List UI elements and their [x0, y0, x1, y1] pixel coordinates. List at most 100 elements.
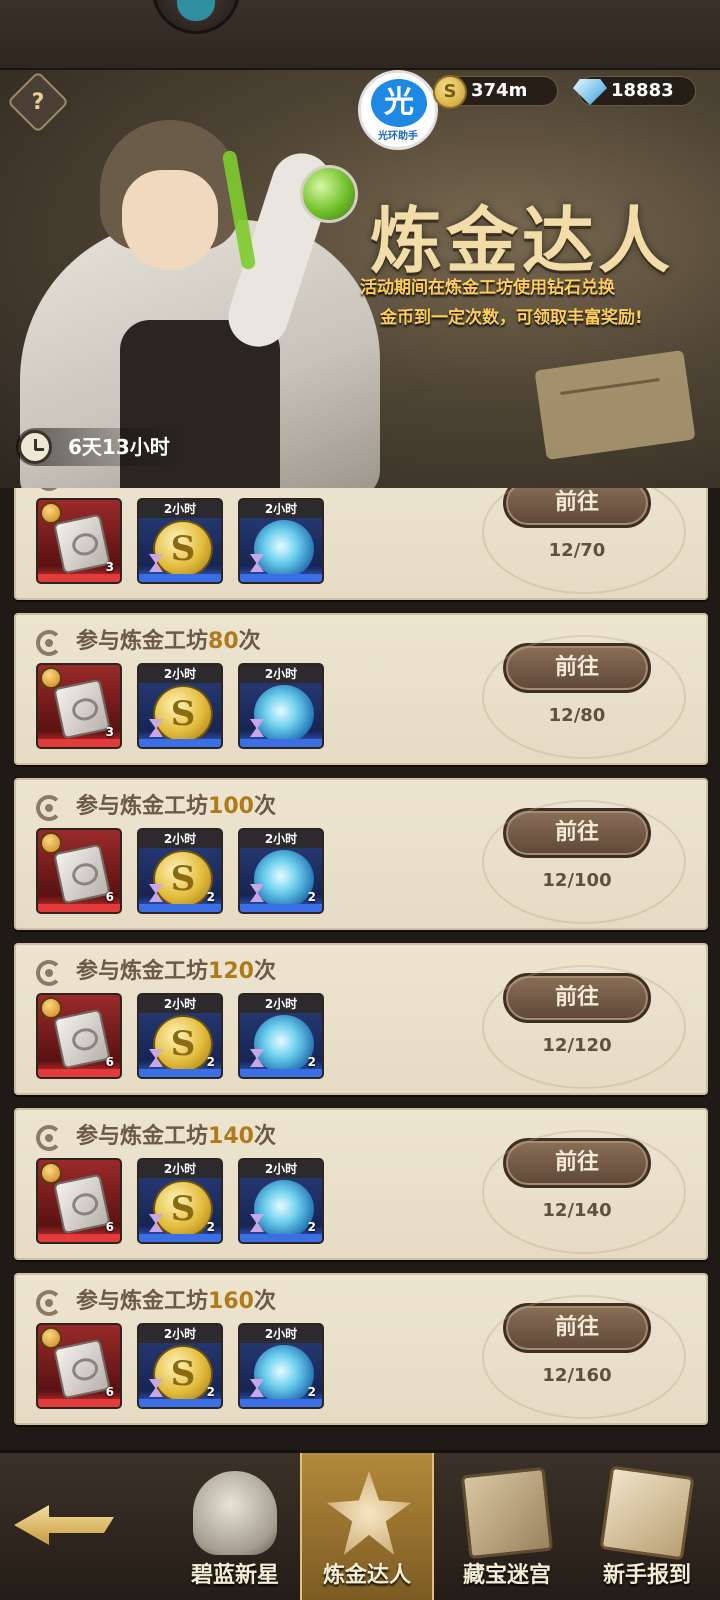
task-count: 160	[208, 1289, 254, 1314]
nav-tab-label: 藏宝迷宫	[462, 1563, 551, 1588]
bottom-navigation: 碧蓝新星 炼金达人 藏宝迷宫 新手报到	[0, 1450, 720, 1600]
nav-tab-hat[interactable]: 碧蓝新星	[168, 1453, 302, 1600]
reward-item-spirit-boost[interactable]: 2小时 2	[238, 828, 324, 914]
task-title-prefix: 参与炼金工坊	[76, 959, 209, 984]
nav-tab-card[interactable]: 新手报到	[580, 1453, 714, 1600]
swirl-icon	[36, 795, 62, 821]
star-icon	[327, 1471, 411, 1555]
task-count: 140	[208, 1124, 254, 1149]
event-description-line1: 活动期间在炼金工坊使用钻石兑换	[360, 278, 615, 298]
reward-item-gold-boost[interactable]: S 2小时 2	[137, 1323, 223, 1409]
goto-button[interactable]: 前往	[503, 1138, 651, 1188]
goto-button[interactable]: 前往	[503, 1303, 651, 1353]
top-emblem-icon	[152, 0, 240, 34]
gold-coin-icon: S	[153, 1015, 213, 1073]
map-icon	[460, 1466, 554, 1560]
task-title-suffix: 次	[238, 629, 261, 654]
gold-coin-icon: S	[433, 75, 467, 109]
rune-card-icon	[53, 1338, 111, 1400]
nav-tab-map[interactable]: 藏宝迷宫	[440, 1453, 574, 1600]
event-description-line2: 金币到一定次数，可领取丰富奖励!	[380, 308, 643, 328]
reward-quantity: 6	[105, 1220, 114, 1234]
gold-coin-icon: S	[153, 520, 213, 578]
reward-item-gold-boost[interactable]: S 2小时	[137, 663, 223, 749]
rarity-badge-icon	[40, 832, 62, 854]
task-list-viewport[interactable]: 参与炼金工坊70次 3 S 2小时 2小时 前往 12/70 参与	[0, 488, 720, 1450]
task-count: 70	[208, 488, 239, 489]
task-progress: 12/120	[542, 1035, 612, 1056]
goto-button[interactable]: 前往	[503, 488, 651, 528]
task-card: 参与炼金工坊100次 6 S 2小时 2 2小时 2 前往 12/100	[14, 778, 708, 930]
task-count: 100	[208, 794, 254, 819]
goto-button[interactable]: 前往	[503, 643, 651, 693]
reward-item-rune-card[interactable]: 3	[36, 663, 122, 749]
reward-duration: 2小时	[139, 995, 221, 1013]
rarity-badge-icon	[40, 1327, 62, 1349]
nav-tab-star[interactable]: 炼金达人	[300, 1453, 434, 1600]
back-button[interactable]	[8, 1475, 118, 1575]
spirit-orb-icon	[254, 685, 314, 743]
diamond-icon	[573, 79, 607, 105]
swirl-icon	[36, 960, 62, 986]
nav-tab-label: 新手报到	[602, 1563, 691, 1588]
swirl-icon	[36, 630, 62, 656]
reward-duration: 2小时	[240, 995, 322, 1013]
rune-card-icon	[53, 678, 111, 740]
task-title-prefix: 参与炼金工坊	[76, 629, 209, 654]
reward-item-gold-boost[interactable]: S 2小时 2	[137, 993, 223, 1079]
reward-item-rune-card[interactable]: 6	[36, 1323, 122, 1409]
spirit-orb-icon	[254, 1345, 314, 1403]
book-decoration	[534, 349, 696, 461]
reward-quantity: 2	[307, 1055, 316, 1069]
task-title-prefix: 参与炼金工坊	[76, 1124, 209, 1149]
reward-item-spirit-boost[interactable]: 2小时 2	[238, 1323, 324, 1409]
rarity-badge-icon	[40, 502, 62, 524]
reward-item-gold-boost[interactable]: S 2小时 2	[137, 828, 223, 914]
reward-quantity: 3	[105, 560, 114, 574]
reward-item-gold-boost[interactable]: S 2小时 2	[137, 1158, 223, 1244]
rarity-badge-icon	[40, 997, 62, 1019]
spirit-orb-icon	[254, 850, 314, 908]
reward-duration: 2小时	[240, 830, 322, 848]
reward-quantity: 2	[206, 1055, 215, 1069]
goto-button[interactable]: 前往	[503, 808, 651, 858]
reward-quantity: 2	[307, 1385, 316, 1399]
task-title: 参与炼金工坊160次	[36, 1287, 276, 1317]
reward-item-rune-card[interactable]: 3	[36, 498, 122, 584]
rarity-badge-icon	[40, 667, 62, 689]
help-button[interactable]: ?	[6, 70, 70, 134]
reward-item-spirit-boost[interactable]: 2小时 2	[238, 993, 324, 1079]
event-banner: ? 光 光环助手 S 374m 18883 炼金达人 活动期间在炼金工坊使用钻石…	[0, 70, 720, 490]
reward-item-rune-card[interactable]: 6	[36, 828, 122, 914]
goto-button[interactable]: 前往	[503, 973, 651, 1023]
task-title-suffix: 次	[239, 488, 261, 489]
spirit-orb-icon	[254, 520, 314, 578]
reward-item-rune-card[interactable]: 6	[36, 993, 122, 1079]
task-card: 参与炼金工坊160次 6 S 2小时 2 2小时 2 前往 12/160	[14, 1273, 708, 1425]
reward-quantity: 2	[206, 890, 215, 904]
card-icon	[599, 1465, 695, 1561]
reward-item-rune-card[interactable]: 6	[36, 1158, 122, 1244]
spirit-orb-icon	[254, 1015, 314, 1073]
task-title-suffix: 次	[253, 1289, 276, 1314]
gold-coin-icon: S	[153, 850, 213, 908]
nav-tab-label: 炼金达人	[322, 1563, 411, 1588]
reward-item-spirit-boost[interactable]: 2小时	[238, 663, 324, 749]
reward-quantity: 6	[105, 890, 114, 904]
task-card: 参与炼金工坊70次 3 S 2小时 2小时 前往 12/70	[14, 488, 708, 600]
diamond-balance[interactable]: 18883	[573, 76, 696, 106]
reward-duration: 2小时	[240, 1160, 322, 1178]
task-progress: 12/160	[542, 1365, 612, 1386]
helper-logo-label: 光环助手	[378, 131, 418, 142]
helper-app-logo[interactable]: 光 光环助手	[358, 70, 438, 150]
swirl-icon	[36, 1290, 62, 1316]
reward-duration: 2小时	[139, 1160, 221, 1178]
gold-balance[interactable]: S 374m	[433, 75, 558, 109]
task-count: 80	[208, 629, 239, 654]
reward-item-spirit-boost[interactable]: 2小时 2	[238, 1158, 324, 1244]
task-progress: 12/80	[548, 705, 606, 726]
swirl-icon	[36, 1125, 62, 1151]
timer-text: 6天13小时	[68, 435, 170, 459]
reward-item-gold-boost[interactable]: S 2小时	[137, 498, 223, 584]
reward-item-spirit-boost[interactable]: 2小时	[238, 498, 324, 584]
